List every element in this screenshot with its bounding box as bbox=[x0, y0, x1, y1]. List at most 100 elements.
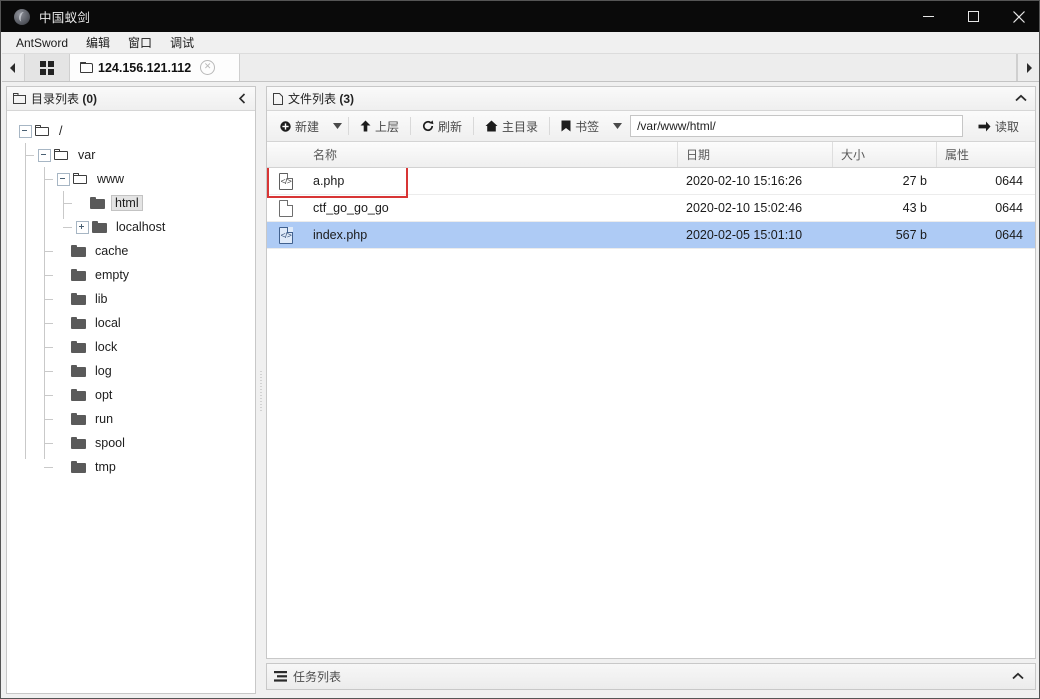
file-list-collapse-button[interactable] bbox=[1015, 94, 1029, 103]
folder-icon bbox=[71, 245, 86, 257]
file-attr-cell: 0644 bbox=[995, 228, 1023, 242]
file-size-cell: 27 b bbox=[902, 174, 927, 188]
window-title: 中国蚁剑 bbox=[39, 11, 91, 25]
new-button-label: 新建 bbox=[295, 119, 320, 134]
tree-item-var[interactable]: var bbox=[7, 143, 255, 167]
menu-item-window[interactable]: 窗口 bbox=[120, 32, 160, 53]
table-row[interactable]: </> index.php 2020-02-05 15:01:10 567 b 0644 bbox=[267, 222, 1035, 249]
close-icon[interactable] bbox=[996, 1, 1039, 32]
file-list-header: 文件列表 (3) bbox=[267, 87, 1035, 111]
home-directory-button[interactable]: 主目录 bbox=[476, 115, 547, 138]
table-row[interactable]: ctf_go_go_go 2020-02-10 15:02:46 43 b 0644 bbox=[267, 195, 1035, 222]
read-button[interactable]: 读取 bbox=[969, 115, 1031, 138]
tree-guide-line bbox=[44, 395, 53, 396]
tab-scroll-left-button[interactable] bbox=[2, 54, 25, 81]
collapse-icon[interactable] bbox=[57, 172, 70, 186]
tree-item-label: tmp bbox=[95, 460, 116, 474]
tab-label: 124.156.121.112 bbox=[98, 60, 192, 75]
file-size-cell: 43 b bbox=[902, 201, 927, 215]
new-button[interactable]: 新建 bbox=[271, 115, 328, 138]
tree-guide-line bbox=[63, 203, 72, 204]
collapse-icon[interactable] bbox=[19, 124, 32, 138]
home-icon bbox=[485, 120, 498, 132]
file-table-header: 名称 日期 大小 属性 bbox=[267, 142, 1035, 168]
file-list-panel: 文件列表 (3) 新建 上层 刷新 主目录 书签 /var/www/html/ … bbox=[266, 86, 1036, 659]
menu-item-antsword[interactable]: AntSword bbox=[8, 34, 76, 52]
file-table-body[interactable]: </> a.php 2020-02-10 15:16:26 27 b 0644 ctf_g… bbox=[267, 168, 1035, 658]
maximize-icon[interactable] bbox=[951, 1, 996, 32]
task-list-bar[interactable]: 任务列表 bbox=[266, 663, 1036, 690]
close-circle-icon[interactable]: ✕ bbox=[200, 60, 216, 75]
tree-item-label: local bbox=[95, 316, 121, 330]
path-input[interactable] bbox=[630, 115, 963, 137]
tree-item-label: opt bbox=[95, 388, 113, 402]
file-attr-cell: 0644 bbox=[995, 201, 1023, 215]
directory-tree[interactable]: / var www html localhost cache empty lib local lo… bbox=[7, 111, 255, 693]
column-header-name[interactable]: 名称 bbox=[305, 142, 678, 167]
minimize-icon[interactable] bbox=[906, 1, 951, 32]
menu-item-edit[interactable]: 编辑 bbox=[78, 32, 118, 53]
tree-item-label: spool bbox=[95, 436, 125, 450]
folder-icon bbox=[71, 389, 86, 401]
column-header-size[interactable]: 大小 bbox=[833, 142, 937, 167]
new-dropdown-caret[interactable] bbox=[328, 115, 346, 138]
splitter-grip bbox=[260, 371, 262, 411]
tab-scroll-right-button[interactable] bbox=[1017, 54, 1039, 81]
tree-item-label: run bbox=[95, 412, 114, 426]
arrow-up-icon bbox=[360, 120, 371, 132]
tree-guide-line bbox=[44, 179, 53, 180]
column-header-attr[interactable]: 属性 bbox=[937, 142, 1035, 167]
collapse-icon[interactable] bbox=[38, 148, 51, 162]
column-header-date[interactable]: 日期 bbox=[678, 142, 833, 167]
antsword-window: 中国蚁剑 AntSword 编辑 窗口 调试 124.156.121.112 ✕… bbox=[0, 0, 1040, 699]
tree-guide-line bbox=[44, 275, 53, 276]
task-list-expand-button[interactable] bbox=[1012, 672, 1028, 681]
home-directory-label: 主目录 bbox=[502, 119, 539, 134]
file-attr-cell: 0644 bbox=[995, 174, 1023, 188]
tree-guide-line bbox=[25, 143, 26, 459]
bookmark-icon bbox=[561, 120, 571, 132]
read-button-label: 读取 bbox=[994, 119, 1019, 134]
tree-guide-line bbox=[25, 155, 34, 156]
table-row[interactable]: </> a.php 2020-02-10 15:16:26 27 b 0644 bbox=[267, 168, 1035, 195]
menu-item-debug[interactable]: 调试 bbox=[162, 32, 202, 53]
file-icon-cell: </> bbox=[267, 172, 305, 190]
folder-icon bbox=[54, 149, 69, 161]
refresh-button[interactable]: 刷新 bbox=[413, 115, 471, 138]
up-directory-button[interactable]: 上层 bbox=[351, 115, 408, 138]
panel-splitter[interactable] bbox=[258, 86, 264, 694]
file-icon-cell bbox=[267, 199, 305, 217]
tree-item-label: var bbox=[78, 148, 96, 162]
directory-list-title: 目录列表 (0) bbox=[31, 92, 98, 106]
column-header-icon[interactable] bbox=[267, 142, 305, 167]
file-icon-cell: </> bbox=[267, 226, 305, 244]
file-date-cell: 2020-02-10 15:02:46 bbox=[686, 201, 803, 215]
bookmark-button[interactable]: 书签 bbox=[552, 115, 608, 138]
bookmark-dropdown-caret[interactable] bbox=[608, 115, 626, 138]
tree-item-label: cache bbox=[95, 244, 129, 258]
tree-item-label: / bbox=[59, 124, 63, 138]
tree-item-[interactable]: / bbox=[7, 119, 255, 143]
tree-item-label: www bbox=[97, 172, 125, 186]
tree-guide-line bbox=[44, 323, 53, 324]
expand-icon[interactable] bbox=[76, 220, 89, 234]
tab-grid-view-button[interactable] bbox=[25, 54, 70, 81]
tab-124-156-121-112[interactable]: 124.156.121.112 ✕ bbox=[70, 54, 240, 81]
menu-bar: AntSword 编辑 窗口 调试 bbox=[2, 32, 1039, 54]
folder-icon bbox=[71, 317, 86, 329]
folder-icon bbox=[71, 437, 86, 449]
file-toolbar: 新建 上层 刷新 主目录 书签 /var/www/html/ 读取 bbox=[267, 111, 1035, 142]
tree-guide-line bbox=[44, 467, 53, 468]
folder-icon bbox=[71, 341, 86, 353]
folder-icon bbox=[71, 269, 86, 281]
sidebar-collapse-button[interactable] bbox=[238, 93, 249, 104]
window-controls bbox=[906, 1, 1039, 32]
